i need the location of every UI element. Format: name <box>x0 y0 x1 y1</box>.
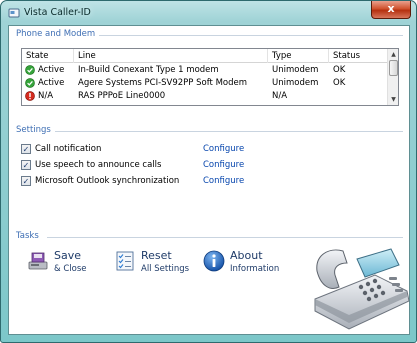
close-icon: x <box>387 2 395 15</box>
row-status: OK <box>333 65 346 75</box>
phone-modem-group-label: Phone and Modem <box>16 29 96 39</box>
window-title: Vista Caller-ID <box>24 7 91 18</box>
configure-call-notification-link[interactable]: Configure <box>203 144 244 154</box>
row-state: Active <box>38 65 65 75</box>
save-label: Save <box>54 249 82 262</box>
configure-speech-link[interactable]: Configure <box>203 160 244 170</box>
configure-outlook-sync-link[interactable]: Configure <box>203 176 244 186</box>
row-state: N/A <box>38 91 54 101</box>
green-check-icon <box>25 78 35 88</box>
about-label: About <box>230 249 263 262</box>
row-type: N/A <box>272 91 288 101</box>
reset-label: Reset <box>141 249 172 262</box>
reset-checklist-icon <box>116 251 134 271</box>
red-exclamation-icon <box>25 91 35 101</box>
list-header: State Line Type Status <box>22 49 388 63</box>
reset-sublabel: All Settings <box>141 264 190 274</box>
column-separator[interactable] <box>73 49 74 63</box>
setting-label[interactable]: Microsoft Outlook synchronization <box>35 176 179 186</box>
column-header-state[interactable]: State <box>26 51 49 61</box>
save-close-button[interactable]: Save & Close <box>27 248 107 280</box>
client-area: Phone and Modem State Line Type Status A… <box>8 25 410 335</box>
about-sublabel: Information <box>230 264 280 274</box>
line-list[interactable]: State Line Type Status Active In-Build C… <box>21 48 399 106</box>
list-scrollbar[interactable]: ▲ ▼ <box>387 49 398 105</box>
row-type: Unimodem <box>272 65 319 75</box>
group-divider <box>47 237 403 238</box>
close-button[interactable]: x <box>371 1 411 19</box>
app-window: Vista Caller-ID x Phone and Modem State … <box>0 0 417 343</box>
app-icon <box>8 8 20 18</box>
table-row[interactable]: N/A RAS PPPoE Line0000 N/A <box>22 90 388 102</box>
scroll-up-arrow-icon[interactable]: ▲ <box>389 50 398 59</box>
speech-checkbox[interactable]: ✓ <box>21 160 31 170</box>
settings-group-label: Settings <box>16 125 51 135</box>
group-divider <box>99 35 403 36</box>
scroll-thumb[interactable] <box>389 60 398 76</box>
row-type: Unimodem <box>272 78 319 88</box>
table-row[interactable]: Active Agere Systems PCI-SV92PP Soft Mod… <box>22 77 388 89</box>
about-button[interactable]: About Information <box>203 248 289 280</box>
row-line: Agere Systems PCI-SV92PP Soft Modem <box>78 78 248 88</box>
call-notification-checkbox[interactable]: ✓ <box>21 144 31 154</box>
column-separator[interactable] <box>328 49 329 63</box>
row-line: RAS PPPoE Line0000 <box>78 91 166 101</box>
green-check-icon <box>25 65 35 75</box>
column-header-type[interactable]: Type <box>272 51 292 61</box>
column-header-status[interactable]: Status <box>333 51 360 61</box>
outlook-sync-checkbox[interactable]: ✓ <box>21 176 31 186</box>
title-bar[interactable]: Vista Caller-ID x <box>1 1 416 25</box>
save-sublabel: & Close <box>54 264 87 274</box>
column-header-line[interactable]: Line <box>78 51 96 61</box>
desk-phone-illustration <box>314 248 410 330</box>
setting-label[interactable]: Use speech to announce calls <box>35 160 161 170</box>
reset-settings-button[interactable]: Reset All Settings <box>114 248 200 280</box>
group-divider <box>55 131 403 132</box>
column-separator[interactable] <box>267 49 268 63</box>
save-icon <box>28 252 48 270</box>
row-line: In-Build Conexant Type 1 modem <box>78 65 219 75</box>
scroll-down-arrow-icon[interactable]: ▼ <box>389 95 398 104</box>
row-state: Active <box>38 78 65 88</box>
table-row[interactable]: Active In-Build Conexant Type 1 modem Un… <box>22 64 388 76</box>
tasks-group-label: Tasks <box>16 231 39 241</box>
row-status: OK <box>333 78 346 88</box>
info-icon <box>203 250 225 272</box>
setting-label[interactable]: Call notification <box>35 144 101 154</box>
